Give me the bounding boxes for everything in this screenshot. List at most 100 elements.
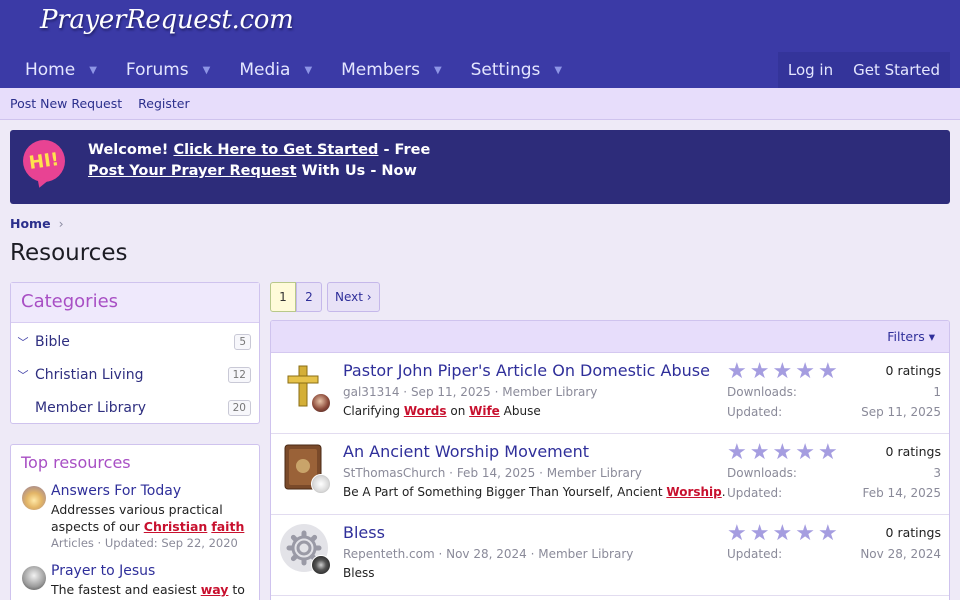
hi-badge-icon: HI!: [23, 140, 65, 182]
church-avatar[interactable]: [311, 474, 331, 494]
keyword-link[interactable]: way: [201, 582, 229, 597]
desc-text: to: [228, 582, 245, 597]
resource-row: An Ancient Worship Movement StThomasChur…: [271, 434, 949, 515]
resource-category[interactable]: Member Library: [502, 385, 597, 399]
meta-separator: ·: [445, 466, 457, 480]
nav-media[interactable]: Media ▼: [224, 52, 326, 88]
resource-tagline: Bless: [343, 566, 374, 580]
filters-button[interactable]: Filters ▾: [887, 329, 935, 344]
tagline-text: Clarifying: [343, 404, 404, 418]
star-icon: ★: [795, 440, 815, 465]
resource-icon-wrap: [279, 523, 331, 575]
tagline-text: Be A Part of Something Bigger Than Yours…: [343, 485, 667, 499]
resource-category[interactable]: Member Library: [547, 466, 642, 480]
star-icon: ★: [795, 359, 815, 384]
desc-text: The fastest and easiest: [51, 582, 201, 597]
star-icon: ★: [817, 359, 838, 384]
resource-tagline: Clarifying Words on Wife Abuse: [343, 404, 541, 418]
top-resource-desc: The fastest and easiest way to: [51, 581, 251, 598]
category-count-badge: 5: [234, 334, 251, 350]
register-link[interactable]: Register: [138, 96, 189, 111]
updated-label: Updated:: [727, 486, 783, 500]
keyword-link[interactable]: Christian: [144, 519, 208, 534]
category-christian-living[interactable]: ﹀ Christian Living 12: [11, 358, 259, 391]
top-resources-title: Top resources: [21, 453, 131, 472]
nav-members[interactable]: Members ▼: [326, 52, 456, 88]
ratings-count: 0 ratings: [885, 444, 941, 459]
resource-list: Filters ▾ Pastor John Piper's Article On…: [270, 320, 950, 600]
resource-title[interactable]: An Ancient Worship Movement: [343, 442, 589, 461]
resource-row: Bless Repenteth.com · Nov 28, 2024 · Mem…: [271, 515, 949, 596]
chevron-down-icon[interactable]: ▼: [203, 65, 211, 76]
notice-now: With Us - Now: [296, 163, 417, 179]
resource-title[interactable]: Pastor John Piper's Article On Domestic …: [343, 361, 710, 380]
keyword-link[interactable]: Wife: [469, 404, 500, 418]
chevron-down-icon[interactable]: ▼: [434, 65, 442, 76]
tagline-text: Bless: [343, 566, 375, 580]
chevron-down-icon[interactable]: ▼: [554, 65, 562, 76]
resource-category[interactable]: Member Library: [538, 547, 633, 561]
nav-forums[interactable]: Forums ▼: [111, 52, 224, 88]
rating-stars: ★ ★ ★ ★ ★: [727, 442, 841, 464]
user-avatar[interactable]: [311, 393, 331, 413]
meta-separator: ·: [434, 547, 447, 561]
top-resource-title[interactable]: Answers For Today: [51, 481, 251, 501]
notice-text: Welcome! Click Here to Get Started - Fre…: [88, 140, 430, 182]
ratings-count: 0 ratings: [885, 363, 941, 378]
list-item: Answers For Today Addresses various prac…: [11, 481, 259, 561]
breadcrumb-home[interactable]: Home: [10, 216, 51, 231]
updated-value: Feb 14, 2025: [862, 486, 942, 500]
nav-settings[interactable]: Settings ▼: [456, 52, 576, 88]
next-page-button[interactable]: Next ›: [327, 282, 380, 312]
sub-nav: Post New Request Register: [0, 88, 960, 120]
post-new-request-link[interactable]: Post New Request: [10, 96, 122, 111]
downloads-label: Downloads:: [727, 385, 797, 399]
top-resources-block: Top resources Answers For Today Addresse…: [10, 444, 260, 600]
get-started-link[interactable]: Click Here to Get Started: [173, 142, 378, 158]
chevron-down-icon[interactable]: ▼: [304, 65, 312, 76]
chevron-down-icon[interactable]: ﹀: [11, 334, 35, 350]
downloads-value: 1: [933, 385, 941, 399]
category-label: Member Library: [35, 399, 146, 416]
page-2-button[interactable]: 2: [296, 282, 322, 312]
page-1-button[interactable]: 1: [270, 282, 296, 312]
user-avatar[interactable]: [311, 555, 331, 575]
keyword-link[interactable]: faith: [211, 519, 244, 534]
get-started-button[interactable]: Get Started: [843, 52, 950, 88]
nav-forums-label: Forums: [125, 60, 189, 80]
category-bible[interactable]: ﹀ Bible 5: [11, 325, 259, 358]
keyword-link[interactable]: Worship: [666, 485, 721, 499]
chevron-down-icon[interactable]: ﹀: [11, 367, 35, 383]
star-icon: ★: [772, 359, 793, 384]
resource-author[interactable]: Repenteth.com: [343, 547, 435, 561]
welcome-notice: HI! Welcome! Click Here to Get Started -…: [10, 130, 950, 204]
star-icon: ★: [795, 521, 815, 546]
nav-settings-label: Settings: [470, 60, 541, 80]
resource-author[interactable]: StThomasChurch: [343, 466, 445, 480]
main-nav: Home ▼ Forums ▼ Media ▼ Members ▼ Settings ▼: [10, 52, 576, 88]
jesus-avatar-icon[interactable]: [22, 566, 46, 590]
meta-separator: ·: [535, 466, 547, 480]
page-title: Resources: [10, 240, 128, 266]
resource-title[interactable]: Bless: [343, 523, 385, 542]
sunrise-avatar-icon[interactable]: [22, 486, 46, 510]
login-button[interactable]: Log in: [778, 52, 843, 88]
downloads-label: Downloads:: [727, 466, 797, 480]
resource-date: Nov 28, 2024: [446, 547, 527, 561]
star-icon: ★: [749, 440, 770, 465]
top-resource-title[interactable]: Prayer to Jesus: [51, 561, 251, 581]
post-prayer-request-link[interactable]: Post Your Prayer Request: [88, 163, 297, 179]
keyword-link[interactable]: Words: [404, 404, 447, 418]
list-item: Prayer to Jesus The fastest and easiest …: [11, 561, 259, 598]
category-member-library[interactable]: Member Library 20: [11, 391, 259, 424]
downloads-value: 3: [933, 466, 941, 480]
resource-meta: gal31314 · Sep 11, 2025 · Member Library: [343, 385, 597, 399]
chevron-down-icon[interactable]: ▼: [89, 65, 97, 76]
updated-label: Updated:: [727, 405, 783, 419]
updated-label: Updated:: [727, 547, 783, 561]
nav-home[interactable]: Home ▼: [10, 52, 111, 88]
resource-author[interactable]: gal31314: [343, 385, 399, 399]
site-logo[interactable]: PrayerRequest.com: [40, 5, 294, 35]
account-nav: Log in Get Started: [777, 52, 950, 88]
category-label: Bible: [35, 333, 70, 350]
